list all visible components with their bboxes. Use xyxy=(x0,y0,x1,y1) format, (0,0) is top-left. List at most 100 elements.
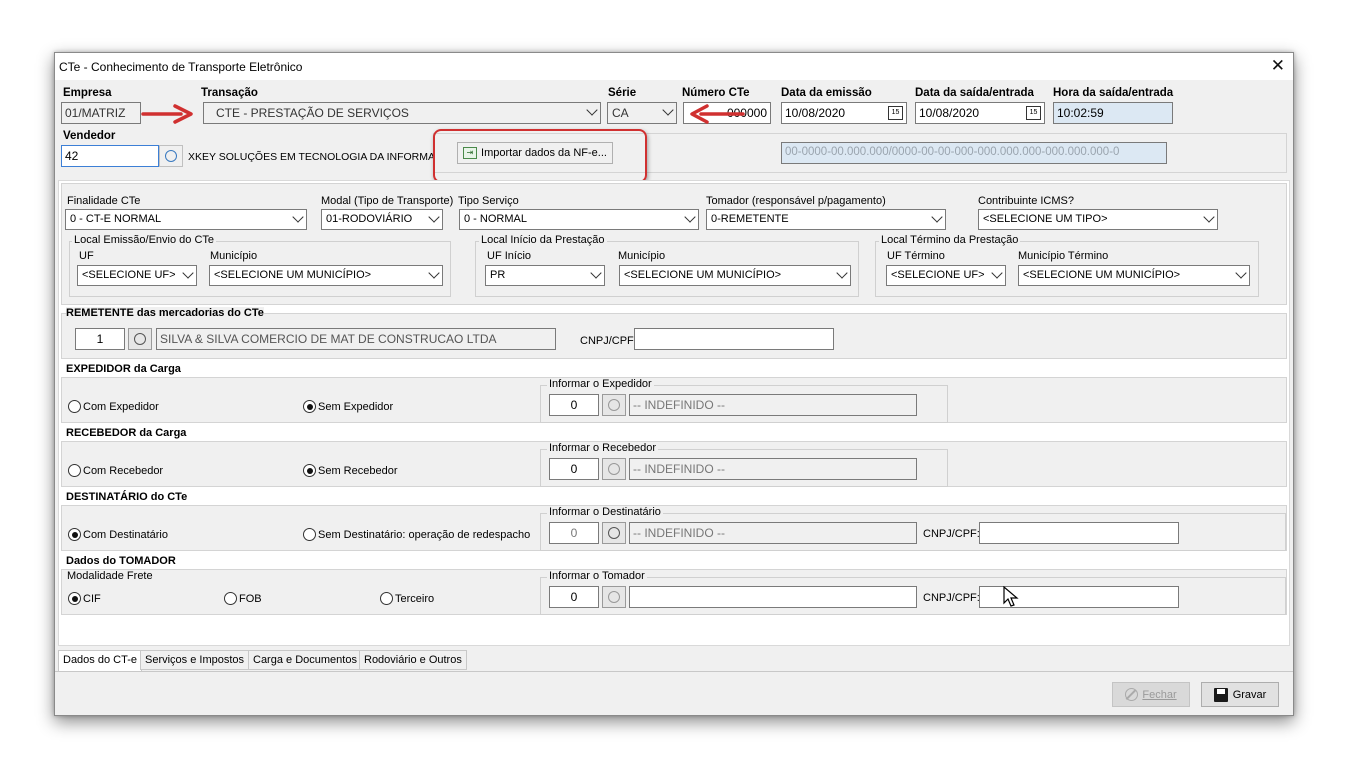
com-recebedor-radio[interactable]: Com Recebedor xyxy=(68,464,163,477)
calendar-icon[interactable]: 15 xyxy=(888,106,903,120)
serie-value: CA xyxy=(612,106,629,120)
com-destinatario-radio[interactable]: Com Destinatário xyxy=(68,528,168,541)
destinatario-search-button[interactable] xyxy=(602,522,626,544)
fechar-button[interactable]: Fechar xyxy=(1112,682,1190,707)
transacao-select[interactable]: CTE - PRESTAÇÃO DE SERVIÇOS xyxy=(203,102,601,124)
empresa-label: Empresa xyxy=(63,87,112,99)
sem-destinatario-radio[interactable]: Sem Destinatário: operação de redespacho xyxy=(303,528,530,541)
expedidor-name-field: -- INDEFINIDO -- xyxy=(629,394,917,416)
radio-dot xyxy=(68,528,81,541)
tipo-servico-select[interactable]: 0 - NORMAL xyxy=(459,209,699,230)
transacao-label: Transação xyxy=(201,87,258,99)
expedidor-code-field[interactable]: 0 xyxy=(549,394,599,416)
hora-label: Hora da saída/entrada xyxy=(1053,87,1174,99)
com-recebedor-label: Com Recebedor xyxy=(83,464,164,477)
cif-radio[interactable]: CIF xyxy=(68,592,101,605)
remetente-cnpj-field[interactable] xyxy=(634,328,834,350)
tab-carga-documentos[interactable]: Carga e Documentos xyxy=(248,650,362,670)
modal-value: 01-RODOVIÁRIO xyxy=(326,213,413,225)
modal-select[interactable]: 01-RODOVIÁRIO xyxy=(321,209,443,230)
gravar-button[interactable]: Gravar xyxy=(1201,682,1279,707)
com-destinatario-label: Com Destinatário xyxy=(83,528,168,541)
uf-termino-select[interactable]: <SELECIONE UF> xyxy=(886,265,1006,286)
vendedor-label: Vendedor xyxy=(63,130,116,142)
municipio-value: <SELECIONE UM MUNICÍPIO> xyxy=(214,269,372,281)
sem-recebedor-label: Sem Recebedor xyxy=(318,464,398,477)
termino-group-label: Local Término da Prestação xyxy=(879,234,1021,246)
remetente-search-button[interactable] xyxy=(128,328,152,350)
annotation-arrow-icon xyxy=(690,104,745,124)
com-expedidor-radio[interactable]: Com Expedidor xyxy=(68,400,159,413)
recebedor-name-field: -- INDEFINIDO -- xyxy=(629,458,917,480)
destinatario-informar-label: Informar o Destinatário xyxy=(547,506,663,518)
calendar-icon[interactable]: 15 xyxy=(1026,106,1041,120)
vendedor-field[interactable]: 42 xyxy=(61,145,159,167)
chevron-down-icon xyxy=(684,211,696,223)
uf-termino-label: UF Término xyxy=(887,250,945,262)
uf-inicio-label: UF Início xyxy=(487,250,532,262)
close-icon[interactable]: ✕ xyxy=(1271,56,1285,76)
terceiro-radio[interactable]: Terceiro xyxy=(380,592,434,605)
radio-dot xyxy=(68,592,81,605)
chevron-down-icon xyxy=(182,267,194,279)
annotation-arrow-icon xyxy=(141,104,193,124)
chevron-down-icon xyxy=(428,211,440,223)
uf-inicio-value: PR xyxy=(490,269,506,281)
emissao-label: Data da emissão xyxy=(781,87,872,99)
sem-expedidor-radio[interactable]: Sem Expedidor xyxy=(303,400,393,413)
fob-label: FOB xyxy=(239,592,262,605)
transacao-value: CTE - PRESTAÇÃO DE SERVIÇOS xyxy=(216,106,409,120)
finalidade-select[interactable]: 0 - CT-E NORMAL xyxy=(65,209,307,230)
title-bar: CTe - Conhecimento de Transporte Eletrôn… xyxy=(55,53,1293,80)
tab-dados-cte[interactable]: Dados do CT-e xyxy=(58,650,142,672)
recebedor-informar-label: Informar o Recebedor xyxy=(547,442,658,454)
uf-select[interactable]: <SELECIONE UF> xyxy=(77,265,197,286)
tipo-servico-label: Tipo Serviço xyxy=(458,195,519,207)
emissao-field[interactable]: 10/08/2020 15 xyxy=(781,102,907,124)
emissao-group-label: Local Emissão/Envio do CTe xyxy=(72,234,217,246)
remetente-code-field[interactable]: 1 xyxy=(75,328,125,350)
contribuinte-select[interactable]: <SELECIONE UM TIPO> xyxy=(978,209,1218,230)
mouse-cursor-icon xyxy=(1003,586,1019,607)
hora-field: 10:02:59 xyxy=(1053,102,1173,124)
tab-servicos-impostos[interactable]: Serviços e Impostos xyxy=(140,650,250,670)
tab-rodoviario-outros[interactable]: Rodoviário e Outros xyxy=(359,650,467,670)
chevron-down-icon xyxy=(931,211,943,223)
saida-label: Data da saída/entrada xyxy=(915,87,1034,99)
destinatario-code-field[interactable]: 0 xyxy=(549,522,599,544)
expedidor-search-button[interactable] xyxy=(602,394,626,416)
tomador-code-field[interactable]: 0 xyxy=(549,586,599,608)
radio-dot xyxy=(380,592,393,605)
empresa-field: 01/MATRIZ xyxy=(61,102,141,124)
cte-window: CTe - Conhecimento de Transporte Eletrôn… xyxy=(54,52,1294,716)
destinatario-cnpj-field[interactable] xyxy=(979,522,1179,544)
municipio-label: Município xyxy=(210,250,258,262)
vendedor-search-button[interactable] xyxy=(159,145,183,167)
recebedor-search-button[interactable] xyxy=(602,458,626,480)
numero-label: Número CTe xyxy=(682,87,750,99)
sem-destinatario-label: Sem Destinatário: operação de redespacho xyxy=(318,528,531,541)
fob-radio[interactable]: FOB xyxy=(224,592,262,605)
municipio-inicio-select[interactable]: <SELECIONE UM MUNICÍPIO> xyxy=(619,265,851,286)
remetente-name-field: SILVA & SILVA COMERCIO DE MAT DE CONSTRU… xyxy=(156,328,556,350)
recebedor-code-field[interactable]: 0 xyxy=(549,458,599,480)
tomador-name-field[interactable] xyxy=(629,586,917,608)
inicio-group-label: Local Início da Prestação xyxy=(479,234,607,246)
serie-select[interactable]: CA xyxy=(607,102,677,124)
tomador-select[interactable]: 0-REMETENTE xyxy=(706,209,946,230)
tomador-cnpj-label: CNPJ/CPF: xyxy=(923,592,980,604)
municipio-termino-select[interactable]: <SELECIONE UM MUNICÍPIO> xyxy=(1018,265,1250,286)
chevron-down-icon xyxy=(586,104,598,116)
sem-recebedor-radio[interactable]: Sem Recebedor xyxy=(303,464,398,477)
tomador-search-button[interactable] xyxy=(602,586,626,608)
saida-value: 10/08/2020 xyxy=(919,106,980,120)
remetente-title: REMETENTE das mercadorias do CTe xyxy=(66,307,264,319)
window-title: CTe - Conhecimento de Transporte Eletrôn… xyxy=(59,60,303,74)
saida-field[interactable]: 10/08/2020 15 xyxy=(915,102,1045,124)
cancel-icon xyxy=(1125,688,1139,701)
remetente-cnpj-label: CNPJ/CPF: xyxy=(580,335,637,347)
destinatario-title: DESTINATÁRIO do CTe xyxy=(66,491,188,503)
uf-inicio-select[interactable]: PR xyxy=(485,265,605,286)
terceiro-label: Terceiro xyxy=(395,592,435,605)
municipio-select[interactable]: <SELECIONE UM MUNICÍPIO> xyxy=(209,265,443,286)
